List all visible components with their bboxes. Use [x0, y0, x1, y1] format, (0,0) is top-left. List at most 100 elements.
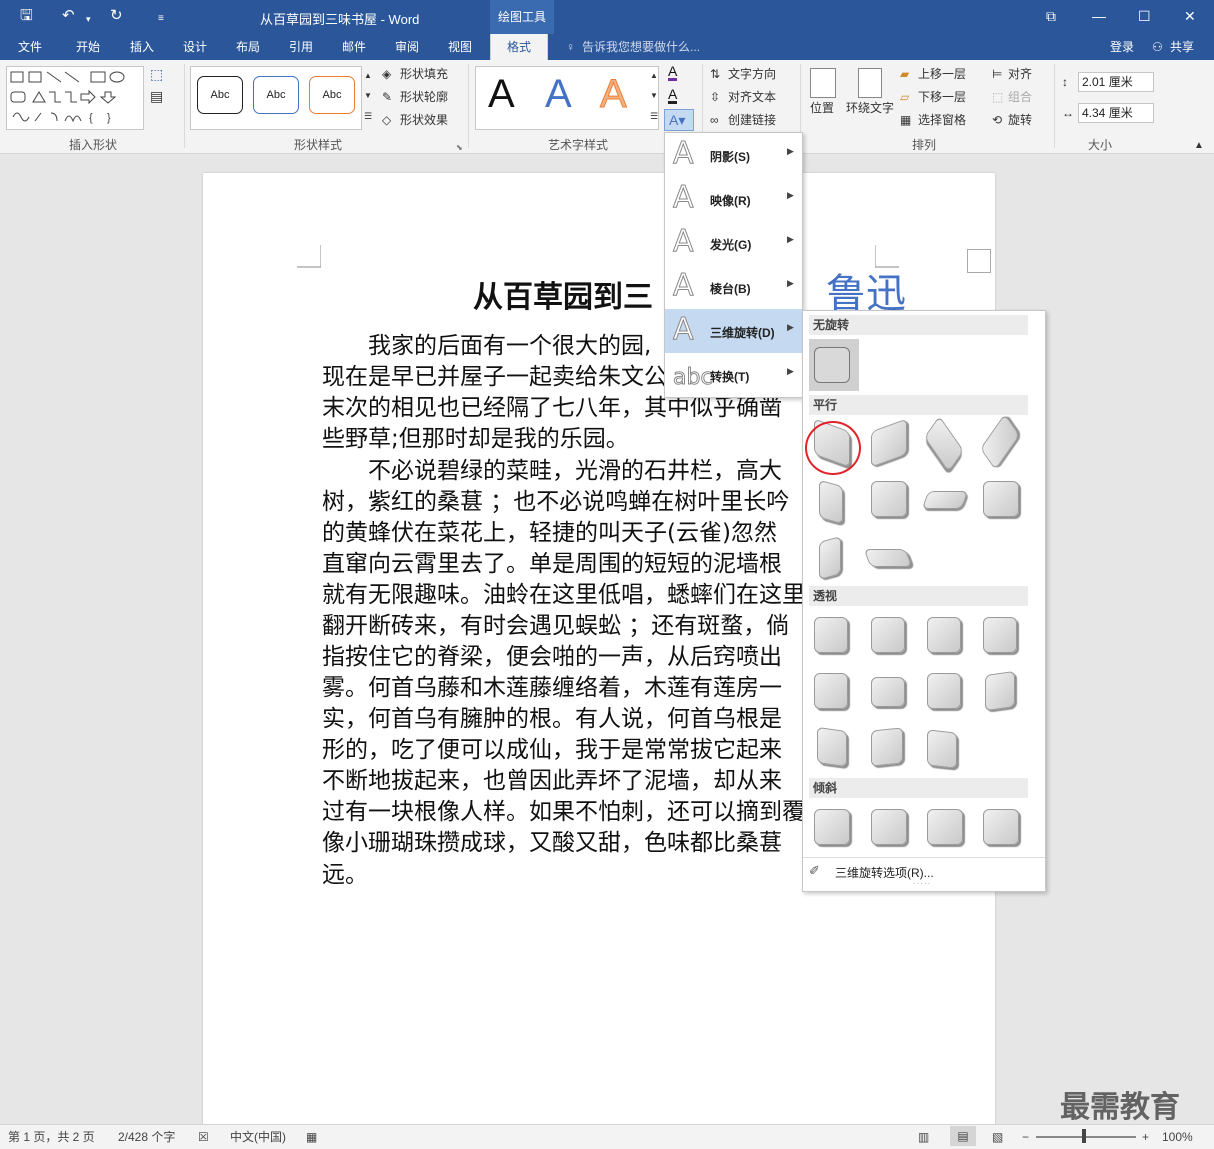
rotation-parallel-7[interactable]	[921, 491, 969, 509]
gallery-scroll-down-icon[interactable]: ▼	[364, 88, 372, 104]
send-backward-button[interactable]: 下移一层	[918, 89, 966, 105]
redo-icon[interactable]: ↻	[110, 6, 123, 26]
login-link[interactable]: 登录	[1110, 38, 1134, 56]
rotation-perspective-1[interactable]	[814, 617, 848, 653]
zoom-slider[interactable]	[1036, 1136, 1136, 1138]
minimize-icon[interactable]: —	[1092, 7, 1106, 25]
create-link-button[interactable]: 创建链接	[728, 112, 776, 128]
customize-qat-icon[interactable]: ≡	[158, 9, 164, 29]
align-icon[interactable]: ⊨	[992, 66, 1002, 82]
tab-file[interactable]: 文件	[18, 38, 42, 56]
rotation-parallel-3[interactable]	[924, 415, 964, 473]
shape-effects-icon[interactable]: ◇	[382, 112, 391, 128]
web-layout-icon[interactable]: ▧	[992, 1129, 1003, 1145]
undo-icon[interactable]: ↶	[62, 6, 75, 26]
tab-insert[interactable]: 插入	[130, 38, 154, 56]
width-input[interactable]: 4.34 厘米	[1078, 103, 1154, 123]
menu-item-glow[interactable]: A 发光(G) ▶	[665, 221, 802, 265]
shapes-gallery[interactable]: {}	[6, 66, 144, 130]
tab-format[interactable]: 格式	[490, 34, 549, 60]
rotation-oblique-2[interactable]	[871, 809, 907, 845]
shape-fill-button[interactable]: 形状填充	[400, 66, 448, 82]
rotation-oblique-3[interactable]	[927, 809, 963, 845]
shape-effects-button[interactable]: 形状效果	[400, 112, 448, 128]
maximize-icon[interactable]: ☐	[1138, 7, 1151, 25]
zoom-in-icon[interactable]: +	[1142, 1129, 1149, 1145]
height-input[interactable]: 2.01 厘米	[1078, 72, 1154, 92]
rotation-perspective-5[interactable]	[814, 673, 848, 709]
layout-options-icon[interactable]	[967, 249, 991, 273]
edit-shape-icon[interactable]: ⬚	[150, 66, 163, 82]
menu-item-shadow[interactable]: A 阴影(S) ▶	[665, 133, 802, 177]
zoom-slider-thumb[interactable]	[1082, 1129, 1086, 1143]
tab-design[interactable]: 设计	[183, 38, 207, 56]
tab-layout[interactable]: 布局	[236, 38, 260, 56]
page-count[interactable]: 第 1 页，共 2 页	[8, 1129, 95, 1145]
shape-outline-icon[interactable]: ✎	[382, 89, 392, 105]
wordart-scroll-up-icon[interactable]: ▲	[650, 68, 658, 84]
tab-references[interactable]: 引用	[289, 38, 313, 56]
zoom-level[interactable]: 100%	[1162, 1129, 1193, 1145]
word-count[interactable]: 2/428 个字	[118, 1129, 175, 1145]
bring-forward-icon[interactable]: ▰	[900, 66, 909, 82]
wordart-style-2[interactable]: A	[545, 74, 572, 114]
wordart-style-1[interactable]: A	[488, 74, 515, 114]
menu-item-transform[interactable]: abc 转换(T) ▶	[665, 353, 802, 397]
tab-mailings[interactable]: 邮件	[342, 38, 366, 56]
ribbon-display-icon[interactable]: ⧉	[1046, 7, 1056, 25]
gallery-more-icon[interactable]: ☰	[364, 108, 372, 124]
macro-icon[interactable]: ▦	[306, 1129, 317, 1145]
rotation-parallel-5[interactable]	[819, 479, 843, 525]
wrap-text-icon[interactable]	[858, 68, 882, 98]
rotation-perspective-9[interactable]	[817, 726, 847, 768]
wordart-style-3[interactable]: A	[600, 74, 628, 115]
read-mode-icon[interactable]: ▥	[918, 1129, 929, 1145]
user-icon[interactable]: ⚇	[1152, 38, 1163, 56]
rotation-perspective-11[interactable]	[927, 729, 957, 769]
shape-outline-button[interactable]: 形状轮廓	[400, 89, 448, 105]
send-backward-icon[interactable]: ▱	[900, 89, 909, 105]
text-direction-icon[interactable]: ⇅	[710, 66, 720, 82]
print-layout-icon[interactable]: ▤	[950, 1126, 976, 1146]
shape-style-1[interactable]: Abc	[197, 76, 243, 114]
resize-grip-icon[interactable]: ·····	[913, 879, 931, 888]
rotation-perspective-7[interactable]	[927, 673, 961, 709]
position-button[interactable]: 位置	[810, 100, 834, 116]
rotation-perspective-8[interactable]	[985, 670, 1015, 712]
share-button[interactable]: 共享	[1170, 38, 1194, 56]
text-direction-button[interactable]: 文字方向	[728, 66, 776, 82]
rotation-parallel-4[interactable]	[980, 413, 1020, 471]
wordart-more-icon[interactable]: ☰	[650, 108, 658, 124]
rotation-none[interactable]	[814, 347, 850, 383]
shape-style-3[interactable]: Abc	[309, 76, 355, 114]
align-text-button[interactable]: 对齐文本	[728, 89, 776, 105]
rotation-perspective-4[interactable]	[983, 617, 1017, 653]
text-fill-icon[interactable]: A	[668, 64, 678, 81]
rotation-perspective-10[interactable]	[871, 727, 903, 767]
rotation-parallel-10[interactable]	[863, 549, 913, 567]
tab-review[interactable]: 审阅	[395, 38, 419, 56]
undo-dropdown-icon[interactable]: ▾	[86, 9, 91, 29]
tab-home[interactable]: 开始	[76, 38, 100, 56]
selection-pane-icon[interactable]: ▦	[900, 112, 911, 128]
menu-item-bevel[interactable]: A 棱台(B) ▶	[665, 265, 802, 309]
wordart-scroll-down-icon[interactable]: ▼	[650, 88, 658, 104]
tell-me-input[interactable]: 告诉我您想要做什么...	[582, 38, 700, 56]
tab-view[interactable]: 视图	[448, 38, 472, 56]
link-icon[interactable]: ∞	[710, 112, 719, 128]
save-icon[interactable]: 🖫	[20, 6, 33, 26]
shape-fill-icon[interactable]: ◈	[382, 66, 391, 82]
rotation-oblique-4[interactable]	[983, 809, 1019, 845]
align-button[interactable]: 对齐	[1008, 66, 1032, 82]
rotate-button[interactable]: 旋转	[1008, 112, 1032, 128]
text-outline-icon[interactable]: A	[668, 87, 678, 104]
rotation-parallel-8[interactable]	[983, 481, 1019, 517]
language-indicator[interactable]: 中文(中国)	[230, 1129, 286, 1145]
rotation-oblique-1[interactable]	[814, 809, 850, 845]
draw-textbox-icon[interactable]: ▤	[150, 88, 163, 104]
proofing-icon[interactable]: ☒	[198, 1129, 209, 1145]
rotation-parallel-9[interactable]	[819, 536, 841, 580]
menu-item-reflection[interactable]: A 映像(R) ▶	[665, 177, 802, 221]
selection-pane-button[interactable]: 选择窗格	[918, 112, 966, 128]
wrap-text-button[interactable]: 环绕文字	[846, 100, 894, 116]
